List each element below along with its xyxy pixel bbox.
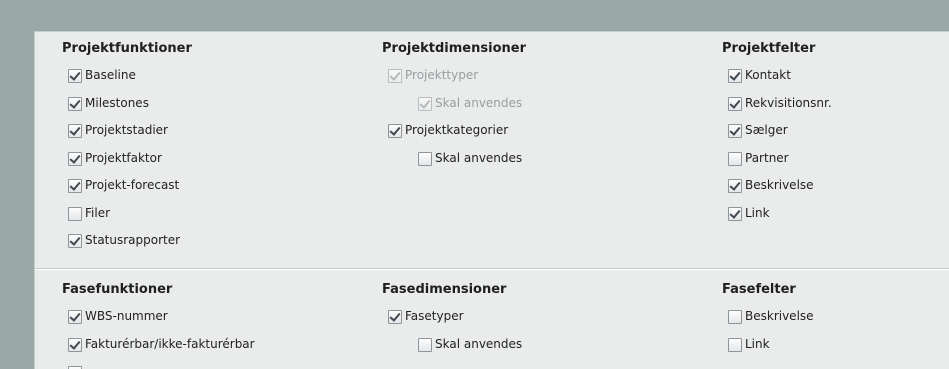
checkbox-label: Skal anvendes [435,96,523,110]
heading-projektfelter: Projektfelter [722,41,816,56]
checkbox-label: Kontakt [745,68,791,82]
heading-projektfunktioner: Projektfunktioner [62,41,192,56]
checkbox-checked[interactable] [68,338,82,352]
checkbox-checked [388,69,402,83]
checkbox-checked[interactable] [388,124,402,138]
checkbox-label: Projektkategorier [405,123,509,137]
checkbox-label: Beskrivelse [745,178,814,192]
checkmark-icon [729,97,741,109]
phase-section: Fasefunktioner WBS-nummer Fakturérbar/ikke… [35,269,949,369]
heading-fasefelter: Fasefelter [722,282,796,297]
project-section: Projektfunktioner Baseline Milestones Proje… [35,32,949,269]
checkmark-icon [729,179,741,191]
checkmark-icon [389,69,401,81]
checkmark-icon [69,124,81,136]
checkbox-label: Projektfaktor [85,151,162,165]
checkbox-label: Link [745,206,770,220]
checkmark-icon [69,179,81,191]
checkbox-label: Beskrivelse [745,309,814,323]
checkbox-checked[interactable] [728,124,742,138]
checkmark-icon [69,152,81,164]
checkmark-icon [389,310,401,322]
checkbox-label: Projekttyper [405,68,479,82]
checkbox-checked[interactable] [728,69,742,83]
checkmark-icon [729,124,741,136]
checkbox-checked[interactable] [68,234,82,248]
checkbox-unchecked[interactable] [728,152,742,166]
checkbox-checked[interactable] [68,69,82,83]
checkbox-checked[interactable] [68,124,82,138]
checkbox-label: Partner [745,151,789,165]
checkmark-icon [69,97,81,109]
checkbox-label: Baseline [85,68,136,82]
checkbox-checked[interactable] [68,97,82,111]
checkbox-label: Link [745,337,770,351]
checkbox-label: WBS-nummer [85,309,168,323]
checkmark-icon [389,124,401,136]
checkbox-label: Milestones [85,96,149,110]
settings-panel: Projektfunktioner Baseline Milestones Proje… [34,31,949,369]
checkbox-label: Rekvisitionsnr. [745,96,832,110]
checkmark-icon [69,234,81,246]
checkbox-unchecked[interactable] [728,338,742,352]
checkbox-checked[interactable] [68,152,82,166]
heading-projektdimensioner: Projektdimensioner [382,41,526,56]
checkbox-label: Projektstadier [85,123,168,137]
checkbox-checked[interactable] [728,179,742,193]
checkbox-label: Skal anvendes [435,337,523,351]
checkbox-unchecked[interactable] [68,207,82,221]
checkbox-checked[interactable] [68,310,82,324]
heading-fasedimensioner: Fasedimensioner [382,282,507,297]
checkmark-icon [69,69,81,81]
checkbox-label: Fakturérbar/ikke-fakturérbar [85,337,255,351]
checkbox-checked[interactable] [728,97,742,111]
checkbox-label: Filer [85,206,111,220]
checkbox-label: Projekt-forecast [85,178,180,192]
checkbox-checked[interactable] [388,310,402,324]
checkbox-label: Skal anvendes [435,151,523,165]
checkmark-icon [729,69,741,81]
checkbox-label: Fasetyper [405,309,464,323]
heading-fasefunktioner: Fasefunktioner [62,282,173,297]
checkbox-unchecked[interactable] [728,310,742,324]
checkbox-unchecked[interactable] [418,338,432,352]
checkbox-label: Statusrapporter [85,233,181,247]
checkmark-icon [69,310,81,322]
checkbox-unchecked[interactable] [418,152,432,166]
checkmark-icon [69,338,81,350]
checkmark-icon [729,207,741,219]
checkbox-checked [418,97,432,111]
checkbox-checked[interactable] [68,179,82,193]
checkmark-icon [419,97,431,109]
checkbox-checked[interactable] [728,207,742,221]
checkbox-label: Sælger [745,123,788,137]
